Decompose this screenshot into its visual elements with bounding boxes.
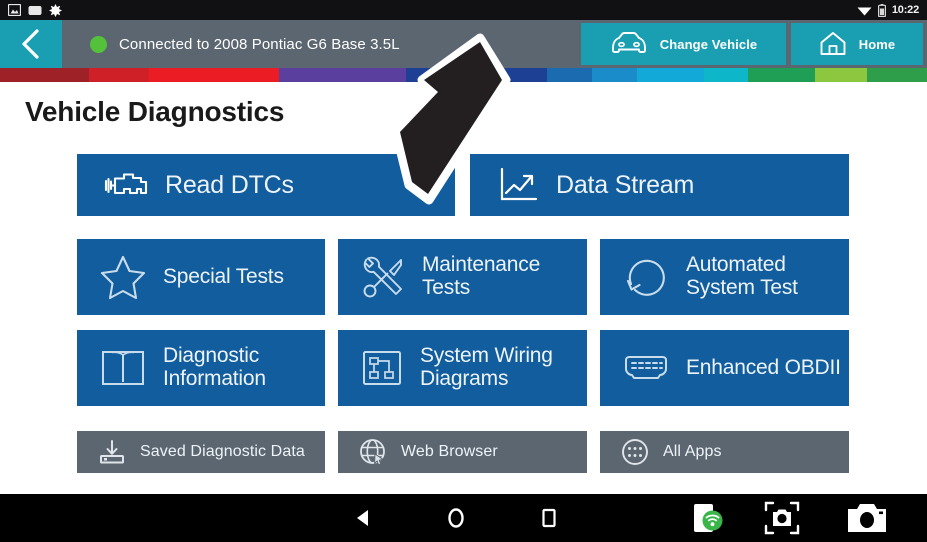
car-icon bbox=[610, 31, 648, 57]
tile-label: Saved Diagnostic Data bbox=[140, 443, 305, 461]
color-segment-0 bbox=[0, 68, 90, 82]
color-segment-1 bbox=[89, 68, 149, 82]
color-segment-2 bbox=[148, 68, 280, 82]
tile-saved-diagnostic-data[interactable]: Saved Diagnostic Data bbox=[77, 431, 325, 473]
nav-back-button[interactable] bbox=[340, 494, 386, 542]
tile-label: Read DTCs bbox=[165, 170, 294, 199]
open-book-icon bbox=[99, 347, 147, 389]
tablet-screen: 10:22 Connected to 2008 Pontiac G6 Base … bbox=[0, 0, 927, 542]
back-triangle-icon bbox=[354, 508, 372, 528]
color-segment-3 bbox=[279, 68, 406, 82]
nav-home-button[interactable] bbox=[433, 494, 479, 542]
tile-all-apps[interactable]: All Apps bbox=[600, 431, 849, 473]
phone-wifi-icon bbox=[691, 501, 725, 535]
color-segment-7 bbox=[636, 68, 704, 82]
wifi-icon bbox=[857, 5, 872, 16]
home-circle-icon bbox=[446, 507, 466, 529]
status-bar-left-icons bbox=[8, 3, 62, 17]
tile-special-tests[interactable]: Special Tests bbox=[77, 239, 325, 315]
android-status-bar: 10:22 bbox=[0, 0, 927, 20]
tile-read-dtcs[interactable]: Read DTCs bbox=[77, 154, 455, 216]
connection-status-label: Connected to 2008 Pontiac G6 Base 3.5L bbox=[119, 35, 400, 53]
color-segment-6 bbox=[591, 68, 637, 82]
color-segment-4 bbox=[405, 68, 548, 82]
tile-automated-system-test[interactable]: Automated System Test bbox=[600, 239, 849, 315]
tile-label: Special Tests bbox=[163, 264, 284, 288]
tile-label: Maintenance Tests bbox=[422, 253, 541, 299]
notification-card-icon bbox=[28, 5, 42, 16]
tile-maintenance-tests[interactable]: Maintenance Tests bbox=[338, 239, 587, 315]
line-chart-icon bbox=[496, 166, 540, 204]
tile-label: All Apps bbox=[663, 443, 722, 461]
save-download-icon bbox=[97, 438, 127, 466]
tile-data-stream[interactable]: Data Stream bbox=[470, 154, 849, 216]
check-engine-icon bbox=[103, 168, 149, 202]
status-bar-clock: 10:22 bbox=[891, 4, 919, 16]
app-header-bar: Connected to 2008 Pontiac G6 Base 3.5L C… bbox=[0, 20, 927, 68]
color-segment-9 bbox=[748, 68, 816, 82]
tile-label: Automated System Test bbox=[686, 253, 798, 299]
star-icon bbox=[99, 254, 147, 300]
main-content: Vehicle Diagnostics Read DTCs Data Strea… bbox=[0, 82, 927, 494]
tile-diagnostic-information[interactable]: Diagnostic Information bbox=[77, 330, 325, 406]
nav-recents-button[interactable] bbox=[526, 494, 572, 542]
color-accent-strip bbox=[0, 68, 927, 82]
app-grid-icon bbox=[620, 437, 650, 467]
color-segment-10 bbox=[815, 68, 868, 82]
android-nav-bar bbox=[0, 494, 927, 542]
camera-icon bbox=[846, 501, 888, 535]
tile-label: Enhanced OBDII bbox=[686, 355, 841, 379]
screenshot-image-icon bbox=[8, 4, 21, 16]
nav-camera-button[interactable] bbox=[840, 494, 894, 542]
nav-screenshot-button[interactable] bbox=[757, 494, 807, 542]
wrench-screwdriver-icon bbox=[360, 254, 406, 300]
house-icon bbox=[819, 31, 847, 57]
tile-label: Web Browser bbox=[401, 443, 498, 461]
tile-system-wiring-diagrams[interactable]: System Wiring Diagrams bbox=[338, 330, 587, 406]
status-dot-connected bbox=[90, 35, 107, 53]
tile-label: Data Stream bbox=[556, 170, 695, 199]
wiring-schematic-icon bbox=[360, 347, 404, 389]
recents-square-icon bbox=[541, 508, 557, 528]
refresh-circle-icon bbox=[622, 254, 670, 300]
tile-web-browser[interactable]: Web Browser bbox=[338, 431, 587, 473]
battery-icon bbox=[877, 3, 886, 17]
change-vehicle-button[interactable]: Change Vehicle bbox=[581, 23, 786, 65]
page-title: Vehicle Diagnostics bbox=[25, 96, 285, 127]
screen-capture-icon bbox=[764, 501, 800, 535]
home-label: Home bbox=[858, 36, 896, 52]
color-segment-8 bbox=[703, 68, 749, 82]
status-bar-right-icons: 10:22 bbox=[857, 3, 919, 17]
tile-label: System Wiring Diagrams bbox=[420, 344, 553, 390]
tile-enhanced-obdii[interactable]: Enhanced OBDII bbox=[600, 330, 849, 406]
connection-status: Connected to 2008 Pontiac G6 Base 3.5L bbox=[62, 20, 581, 68]
back-button[interactable] bbox=[0, 20, 62, 68]
home-button[interactable]: Home bbox=[791, 23, 923, 65]
color-segment-11 bbox=[867, 68, 927, 82]
globe-cursor-icon bbox=[358, 437, 388, 467]
snowflake-icon bbox=[49, 3, 62, 17]
nav-cast-button[interactable] bbox=[683, 494, 733, 542]
chevron-left-icon bbox=[19, 28, 43, 60]
obd-connector-icon bbox=[622, 351, 670, 385]
color-segment-5 bbox=[547, 68, 592, 82]
change-vehicle-label: Change Vehicle bbox=[659, 36, 758, 52]
tile-label: Diagnostic Information bbox=[163, 344, 266, 390]
